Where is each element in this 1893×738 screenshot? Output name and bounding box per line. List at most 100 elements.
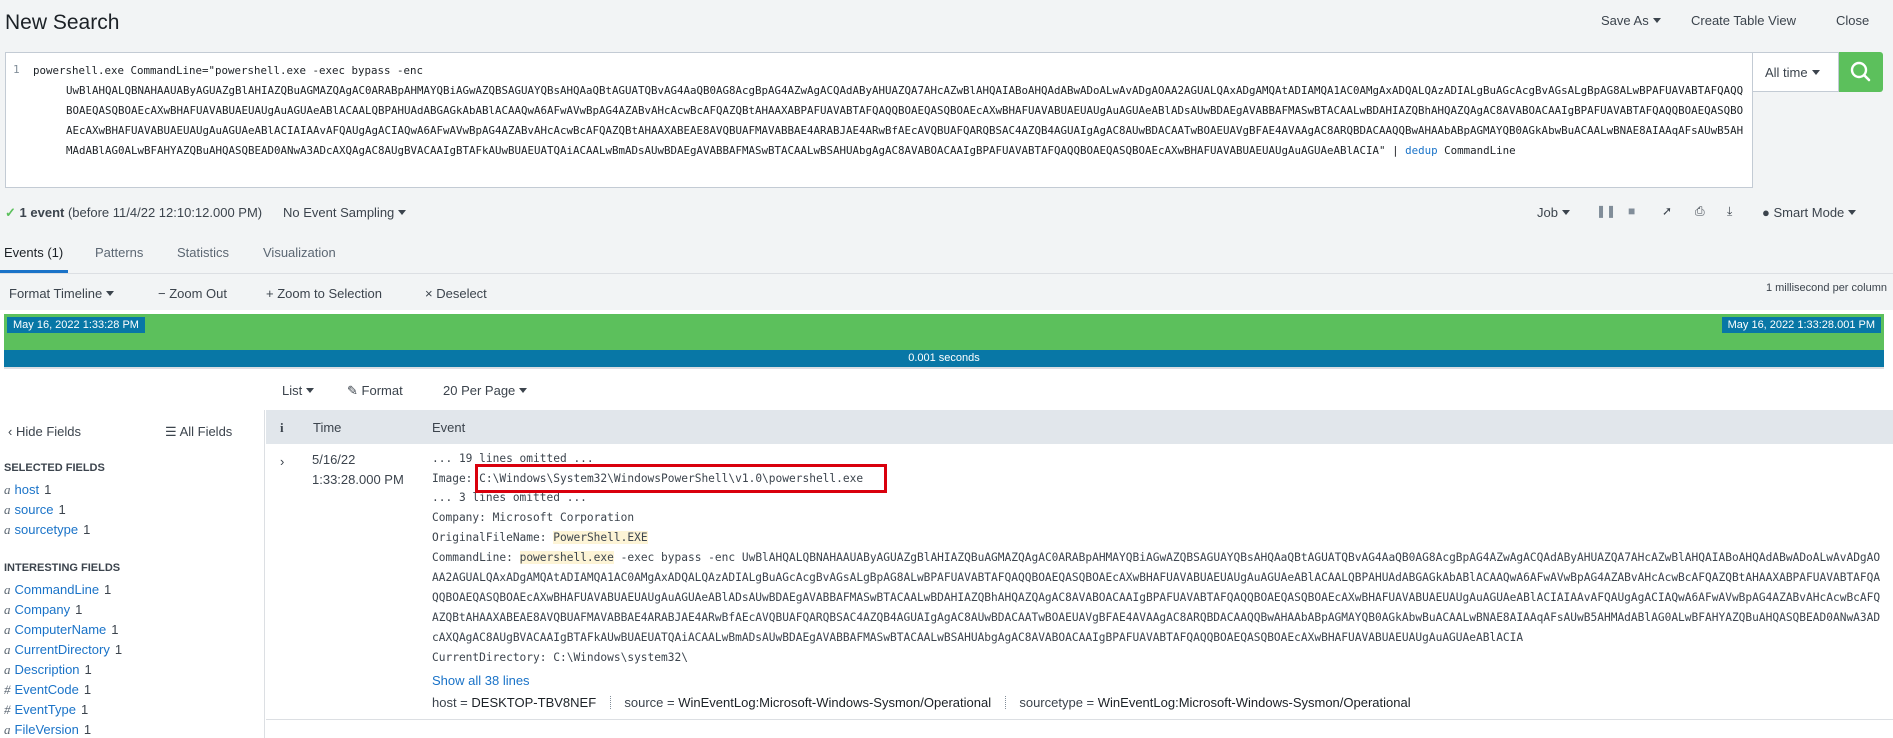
- deselect-button[interactable]: × Deselect: [425, 286, 487, 301]
- interesting-fields-heading: INTERESTING FIELDS: [4, 562, 121, 574]
- field-name: Description: [14, 662, 80, 677]
- expand-chevron-icon[interactable]: ›: [280, 454, 284, 469]
- field-item[interactable]: a source 1: [4, 502, 66, 518]
- field-count: 1: [83, 682, 92, 697]
- zoom-to-selection-button[interactable]: + Zoom to Selection: [266, 286, 382, 301]
- field-item[interactable]: a FileVersion 1: [4, 722, 91, 738]
- search-input[interactable]: 1 powershell.exe CommandLine="powershell…: [5, 52, 1753, 188]
- field-name: ComputerName: [14, 622, 107, 637]
- event-count-status: ✓ 1 event (before 11/4/22 12:10:12.000 P…: [5, 205, 262, 221]
- search-mode-label: Smart Mode: [1773, 205, 1845, 220]
- sourcetype-value[interactable]: WinEventLog:Microsoft-Windows-Sysmon/Ope…: [1098, 695, 1411, 710]
- timeline-toolbar: Format Timeline − Zoom Out + Zoom to Sel…: [0, 274, 1893, 310]
- chevron-down-icon: [519, 388, 528, 393]
- time-range-picker[interactable]: All time: [1753, 52, 1839, 92]
- tab-statistics[interactable]: Statistics: [177, 245, 229, 260]
- deselect-label: Deselect: [436, 286, 487, 301]
- time-column-header[interactable]: Time: [313, 420, 341, 435]
- zoom-out-button[interactable]: − Zoom Out: [158, 286, 227, 301]
- field-item[interactable]: a CurrentDirectory 1: [4, 642, 122, 658]
- event-sampling-dropdown[interactable]: No Event Sampling: [283, 205, 407, 220]
- field-count: 1: [80, 702, 89, 717]
- timeline-scale-label: 1 millisecond per column: [1765, 282, 1887, 294]
- commandline-highlight[interactable]: powershell.exe: [519, 551, 614, 564]
- field-name: Company: [14, 602, 71, 617]
- save-as-menu[interactable]: Save As: [1601, 13, 1661, 28]
- field-count: 1: [83, 522, 91, 537]
- line-number: 1: [13, 63, 20, 76]
- image-highlight-box: [475, 464, 887, 493]
- event-metadata: host = DESKTOP-TBV8NEF source = WinEvent…: [432, 695, 1411, 710]
- field-count: 1: [114, 642, 123, 657]
- field-item[interactable]: # EventType 1: [4, 702, 88, 718]
- format-timeline-menu[interactable]: Format Timeline: [9, 286, 115, 301]
- company-line: Company: Microsoft Corporation: [432, 511, 635, 524]
- search-button[interactable]: [1839, 52, 1883, 92]
- export-icon[interactable]: ⤓: [1727, 204, 1732, 219]
- zoom-to-selection-label: Zoom to Selection: [277, 286, 382, 301]
- timeline-start-date: May 16, 2022 1:33:28 PM: [7, 317, 145, 333]
- commandline-label: CommandLine:: [432, 551, 513, 564]
- field-item[interactable]: a ComputerName 1: [4, 622, 119, 638]
- field-name: EventCode: [14, 682, 79, 697]
- field-count: 1: [75, 602, 83, 617]
- job-label: Job: [1537, 205, 1558, 220]
- close-link[interactable]: Close: [1836, 13, 1869, 28]
- list-view-dropdown[interactable]: List: [282, 383, 315, 398]
- host-value[interactable]: DESKTOP-TBV8NEF: [471, 695, 596, 710]
- events-table-header: i Time Event: [266, 410, 1893, 444]
- field-item[interactable]: a Company 1: [4, 602, 82, 618]
- time-range-label: All time: [1765, 65, 1808, 80]
- tab-visualization[interactable]: Visualization: [263, 245, 336, 260]
- app-header: New Search Save As Create Table View Clo…: [0, 0, 1893, 46]
- field-name: EventType: [14, 702, 76, 717]
- field-type-icon: a: [4, 642, 11, 657]
- format-timeline-label: Format Timeline: [9, 286, 103, 301]
- format-button[interactable]: ✎ Format: [347, 383, 403, 399]
- stop-icon[interactable]: ■: [1628, 204, 1635, 218]
- field-item[interactable]: a Description 1: [4, 662, 92, 678]
- tab-events[interactable]: Events (1): [4, 245, 63, 260]
- query-continuation: UwBlAHQALQBNAHAAUAByAGUAZgBlAHIAZQBuAGMA…: [33, 81, 1748, 161]
- field-type-icon: a: [4, 482, 11, 497]
- job-menu[interactable]: Job: [1537, 205, 1570, 220]
- field-count: 1: [58, 502, 66, 517]
- timeline-histogram[interactable]: May 16, 2022 1:33:28 PM May 16, 2022 1:3…: [4, 314, 1884, 350]
- share-icon[interactable]: ➚: [1662, 204, 1672, 218]
- print-icon[interactable]: ⎙: [1695, 204, 1705, 219]
- commandline-line: CommandLine: powershell.exe -exec bypass…: [432, 548, 1882, 648]
- selected-fields-heading: SELECTED FIELDS: [4, 462, 105, 474]
- field-type-icon: a: [4, 622, 11, 637]
- show-all-lines-link[interactable]: Show all 38 lines: [432, 673, 530, 688]
- list-label: List: [282, 383, 303, 398]
- event-column-header: Event: [432, 420, 466, 435]
- original-filename-value[interactable]: PowerShell.EXE: [553, 531, 648, 544]
- field-item[interactable]: a CommandLine 1: [4, 582, 111, 598]
- query-first-line: powershell.exe CommandLine="powershell.e…: [33, 64, 424, 77]
- divider: [609, 696, 611, 709]
- per-page-dropdown[interactable]: 20 Per Page: [443, 383, 528, 398]
- field-count: 1: [104, 582, 112, 597]
- field-type-icon: a: [4, 722, 11, 737]
- source-key: source =: [624, 695, 675, 710]
- image-label: Image:: [432, 472, 473, 485]
- chevron-down-icon: [306, 388, 315, 393]
- search-mode-dropdown[interactable]: ● Smart Mode: [1762, 205, 1857, 220]
- field-name: CommandLine: [14, 582, 100, 597]
- all-fields-button[interactable]: ☰ All Fields: [165, 424, 232, 440]
- search-query-text[interactable]: powershell.exe CommandLine="powershell.e…: [33, 61, 1748, 185]
- field-count: 1: [111, 622, 119, 637]
- create-table-view-link[interactable]: Create Table View: [1691, 13, 1796, 28]
- field-item[interactable]: a sourcetype 1: [4, 522, 90, 538]
- sourcetype-key: sourcetype =: [1019, 695, 1095, 710]
- source-value[interactable]: WinEventLog:Microsoft-Windows-Sysmon/Ope…: [678, 695, 991, 710]
- hide-fields-button[interactable]: ‹ Hide Fields: [8, 424, 81, 439]
- results-tabs: Events (1) Patterns Statistics Visualiza…: [0, 232, 1893, 274]
- field-item[interactable]: a host 1: [4, 482, 51, 498]
- pause-icon[interactable]: ❚❚: [1596, 204, 1616, 218]
- event-date: 5/16/22: [312, 452, 356, 467]
- field-item[interactable]: # EventCode 1: [4, 682, 91, 698]
- tab-patterns[interactable]: Patterns: [95, 245, 143, 260]
- search-bar-area: 1 powershell.exe CommandLine="powershell…: [0, 46, 1893, 194]
- zoom-out-label: Zoom Out: [169, 286, 228, 301]
